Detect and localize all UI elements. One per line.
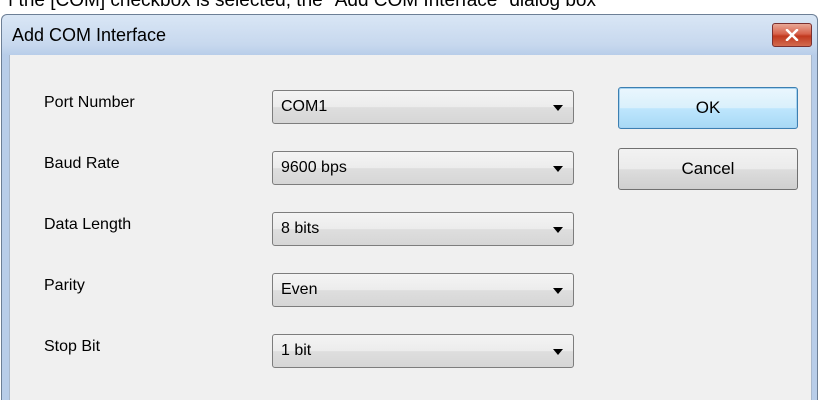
data-length-value: 8 bits (281, 220, 320, 237)
port-number-value: COM1 (281, 98, 328, 115)
baud-rate-label: Baud Rate (44, 155, 120, 172)
parity-label: Parity (44, 277, 85, 294)
cancel-button[interactable]: Cancel (618, 148, 798, 190)
ok-button[interactable]: OK (618, 87, 798, 129)
close-button[interactable] (772, 23, 812, 47)
dialog-title-bar[interactable]: Add COM Interface (2, 15, 817, 55)
chevron-down-icon (553, 166, 563, 172)
port-number-label: Port Number (44, 94, 135, 111)
parity-value: Even (281, 281, 318, 298)
stop-bit-dropdown[interactable]: 1 bit (272, 334, 574, 368)
port-number-dropdown[interactable]: COM1 (272, 90, 574, 124)
dialog-client-area: Port Number COM1 Baud Rate 9600 bps Data… (9, 55, 812, 400)
data-length-label: Data Length (44, 216, 132, 233)
stop-bit-label: Stop Bit (44, 338, 101, 355)
chevron-down-icon (553, 227, 563, 233)
add-com-interface-dialog: Add COM Interface Port Number COM1 Baud … (1, 14, 818, 400)
chevron-down-icon (553, 105, 563, 111)
parity-dropdown[interactable]: Even (272, 273, 574, 307)
chevron-down-icon (553, 349, 563, 355)
baud-rate-dropdown[interactable]: 9600 bps (272, 151, 574, 185)
data-length-dropdown[interactable]: 8 bits (272, 212, 574, 246)
dialog-title: Add COM Interface (12, 25, 167, 45)
stop-bit-value: 1 bit (281, 342, 312, 359)
chevron-down-icon (553, 288, 563, 294)
background-caption-text: f the [COM] checkbox is selected, the "A… (8, 0, 596, 11)
close-x-icon (785, 29, 799, 41)
baud-rate-value: 9600 bps (281, 159, 347, 176)
